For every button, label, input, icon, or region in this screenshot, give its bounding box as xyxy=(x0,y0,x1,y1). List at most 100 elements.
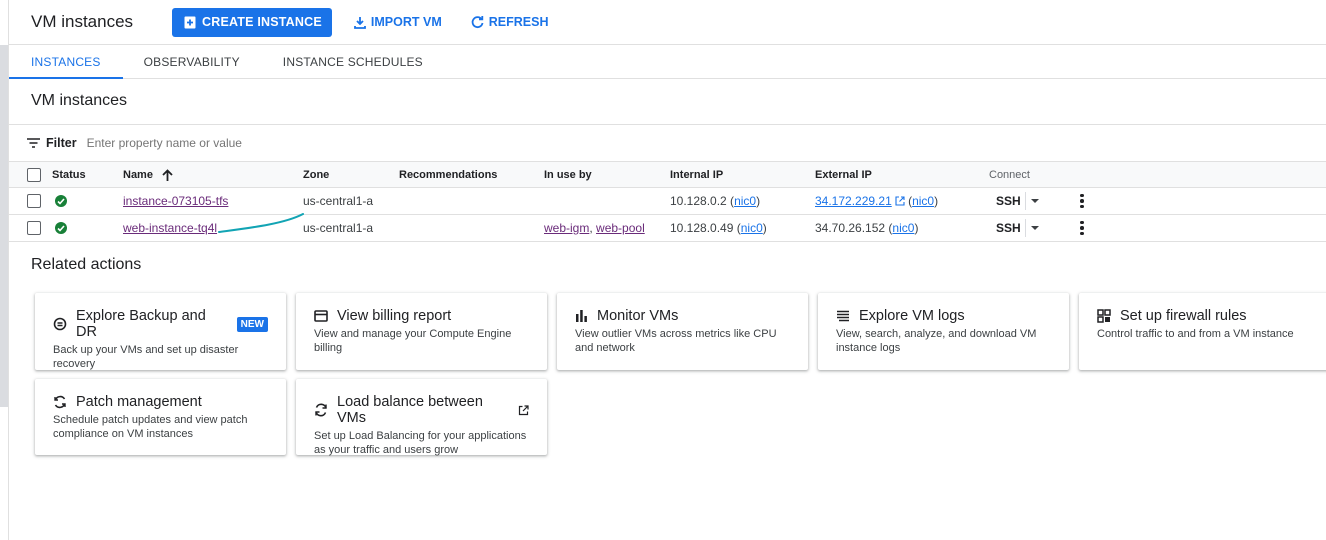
card-firewall-rules[interactable]: Set up firewall rules Control traffic to… xyxy=(1079,293,1326,370)
ssh-divider xyxy=(1025,219,1026,237)
card-title: Load balance between VMs xyxy=(337,394,483,426)
annotation-stroke xyxy=(218,213,304,233)
table-row: web-instance-tq4l us-central1-a web-igm,… xyxy=(9,215,1326,242)
section-title: VM instances xyxy=(31,92,128,109)
card-vm-logs[interactable]: Explore VM logs View, search, analyze, a… xyxy=(818,293,1069,370)
billing-icon xyxy=(314,310,328,322)
tab-bar: INSTANCES OBSERVABILITY INSTANCE SCHEDUL… xyxy=(9,45,1326,79)
scrollbar-thumb[interactable] xyxy=(0,45,8,407)
import-vm-label: IMPORT VM xyxy=(370,15,442,29)
internal-nic-link[interactable]: nic0 xyxy=(734,194,756,208)
card-title: Monitor VMs xyxy=(597,308,679,324)
table-header-row: Status Name Zone Recommendations In use … xyxy=(9,162,1326,188)
internal-ip-cell: 10.128.0.2 (nic0) xyxy=(670,194,761,208)
external-ip-link[interactable]: 34.172.229.21 xyxy=(815,194,892,208)
row-checkbox[interactable] xyxy=(27,221,41,235)
ssh-dropdown-button[interactable] xyxy=(1031,215,1039,241)
filter-icon xyxy=(27,138,40,148)
external-ip-value: 34.70.26.152 xyxy=(815,221,886,235)
card-patch-management[interactable]: Patch management Schedule patch updates … xyxy=(35,379,286,455)
backup-icon xyxy=(53,317,67,331)
card-load-balance[interactable]: Load balance between VMs Set up Load Bal… xyxy=(296,379,547,456)
external-nic-link[interactable]: nic0 xyxy=(912,194,934,208)
status-running-icon xyxy=(55,195,67,207)
load-balance-icon xyxy=(314,403,328,417)
more-vert-icon xyxy=(1080,193,1084,209)
select-all-checkbox[interactable] xyxy=(27,167,41,182)
ssh-button[interactable]: SSH xyxy=(996,215,1021,241)
instance-name-link[interactable]: web-instance-tq4l xyxy=(123,221,217,235)
card-description: Control traffic to and from a VM instanc… xyxy=(1097,328,1294,340)
card-description: Set up Load Balancing for your applicati… xyxy=(314,430,527,456)
in-use-by-link[interactable]: web-igm xyxy=(544,221,589,235)
tab-instance-schedules[interactable]: INSTANCE SCHEDULES xyxy=(262,45,445,78)
internal-ip-value: 10.128.0.49 xyxy=(670,221,734,235)
card-title: Explore VM logs xyxy=(859,308,965,324)
column-recommendations[interactable]: Recommendations xyxy=(399,162,497,187)
card-billing-report[interactable]: View billing report View and manage your… xyxy=(296,293,547,370)
ssh-divider xyxy=(1025,192,1026,210)
firewall-icon xyxy=(1097,309,1111,323)
table-row: instance-073105-tfs us-central1-a 10.128… xyxy=(9,188,1326,215)
column-in-use-by[interactable]: In use by xyxy=(544,162,592,187)
in-use-by-cell: web-igm, web-pool xyxy=(544,221,645,235)
status-running-icon xyxy=(55,222,67,234)
column-connect: Connect xyxy=(989,168,1030,181)
instance-name-link[interactable]: instance-073105-tfs xyxy=(123,194,228,208)
in-use-by-link[interactable]: web-pool xyxy=(596,221,645,235)
external-link-icon[interactable] xyxy=(895,196,905,206)
card-title: Set up firewall rules xyxy=(1120,308,1247,324)
patch-icon xyxy=(53,395,67,409)
filter-label: Filter xyxy=(46,136,77,150)
column-zone[interactable]: Zone xyxy=(303,162,329,187)
internal-nic-link[interactable]: nic0 xyxy=(741,221,763,235)
card-title: Explore Backup and DR xyxy=(76,308,206,340)
caret-down-icon xyxy=(1031,226,1039,230)
external-nic-link[interactable]: nic0 xyxy=(892,221,914,235)
card-description: View, search, analyze, and download VM i… xyxy=(836,328,1037,354)
card-title: Patch management xyxy=(76,394,202,410)
refresh-label: REFRESH xyxy=(488,15,549,29)
column-name[interactable]: Name xyxy=(123,162,173,187)
download-icon xyxy=(354,16,366,29)
filter-input[interactable] xyxy=(86,136,387,150)
page-header: VM instances CREATE INSTANCE IMPORT VM R… xyxy=(9,0,1326,45)
external-ip-cell: 34.70.26.152 (nic0) xyxy=(815,221,919,235)
main-content: VM instances CREATE INSTANCE IMPORT VM R… xyxy=(9,0,1326,540)
more-vert-icon xyxy=(1080,220,1084,236)
tab-observability[interactable]: OBSERVABILITY xyxy=(123,45,262,78)
related-actions-title: Related actions xyxy=(31,256,142,273)
row-more-button[interactable] xyxy=(1080,215,1084,241)
logs-icon xyxy=(836,310,850,322)
refresh-button[interactable]: REFRESH xyxy=(471,15,549,29)
card-monitor-vms[interactable]: Monitor VMs View outlier VMs across metr… xyxy=(557,293,808,370)
external-ip-cell: 34.172.229.21 (nic0) xyxy=(815,194,939,208)
column-status[interactable]: Status xyxy=(52,162,86,187)
ssh-button[interactable]: SSH xyxy=(996,188,1021,214)
create-instance-button[interactable]: CREATE INSTANCE xyxy=(172,7,332,37)
instances-table: Status Name Zone Recommendations In use … xyxy=(9,162,1326,242)
page-title: VM instances xyxy=(31,12,134,31)
column-name-label: Name xyxy=(123,168,153,181)
internal-ip-value: 10.128.0.2 xyxy=(670,194,727,208)
card-backup-dr[interactable]: Explore Backup and DR NEW Back up your V… xyxy=(35,293,286,370)
caret-down-icon xyxy=(1031,199,1039,203)
column-internal-ip[interactable]: Internal IP xyxy=(670,162,723,187)
refresh-icon xyxy=(471,15,484,29)
tab-instances[interactable]: INSTANCES xyxy=(9,45,123,79)
scrollbar-track[interactable] xyxy=(0,0,9,540)
row-more-button[interactable] xyxy=(1080,188,1084,214)
card-title: View billing report xyxy=(337,308,452,324)
new-badge: NEW xyxy=(236,316,268,332)
ssh-dropdown-button[interactable] xyxy=(1031,188,1039,214)
column-external-ip[interactable]: External IP xyxy=(815,162,872,187)
card-description: Schedule patch updates and view patch co… xyxy=(53,414,248,440)
import-vm-button[interactable]: IMPORT VM xyxy=(354,15,442,29)
card-description: Back up your VMs and set up disaster rec… xyxy=(53,344,239,370)
card-description: View outlier VMs across metrics like CPU… xyxy=(575,328,777,354)
bar-chart-icon xyxy=(575,310,588,322)
external-link-icon xyxy=(518,404,529,416)
add-box-icon xyxy=(184,16,196,29)
row-checkbox[interactable] xyxy=(27,194,41,208)
sort-ascending-icon[interactable] xyxy=(162,168,173,181)
